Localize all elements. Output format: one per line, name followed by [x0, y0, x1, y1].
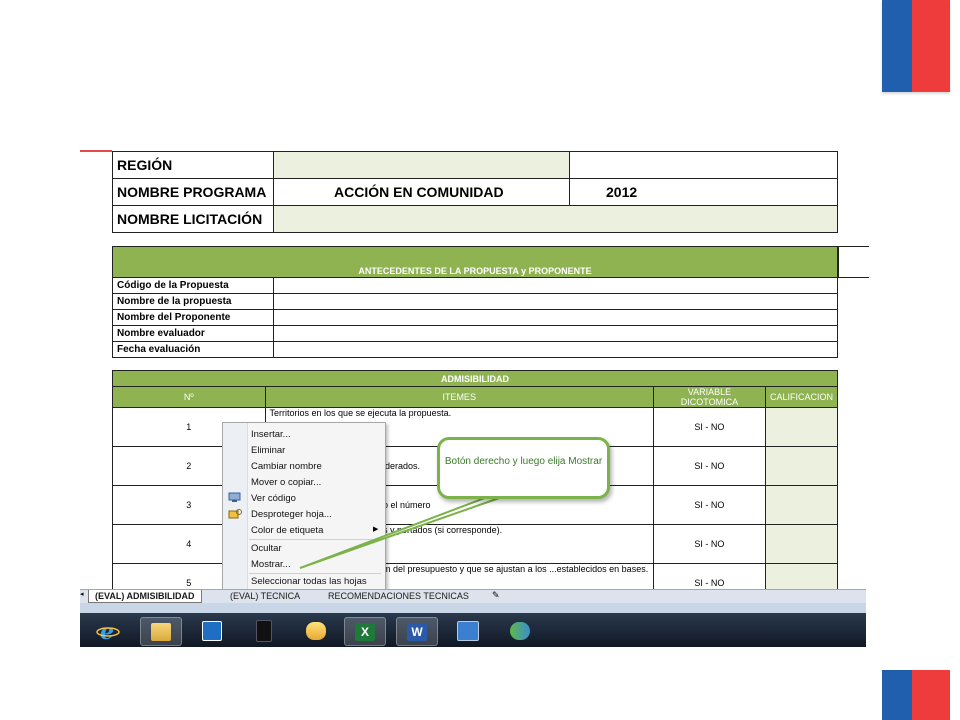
ant-row-label: Fecha evaluación — [112, 341, 274, 358]
people-icon[interactable] — [500, 617, 540, 644]
region-label: REGIÓN — [112, 151, 274, 179]
col-header-n: Nº — [112, 386, 266, 408]
menu-item-eliminar[interactable]: Eliminar — [251, 445, 285, 456]
internet-explorer-icon[interactable]: e — [88, 617, 128, 644]
menu-item-seleccionar-todas[interactable]: Seleccionar todas las hojas — [251, 576, 367, 587]
red-accent-line — [80, 150, 112, 152]
chile-flag-top — [882, 0, 950, 92]
row-calificacion[interactable] — [764, 485, 839, 525]
menu-item-mover-copiar[interactable]: Mover o copiar... — [251, 477, 321, 488]
menu-separator — [249, 539, 381, 540]
new-sheet-icon[interactable]: ✎ — [492, 590, 500, 601]
ant-row-cell[interactable] — [273, 293, 838, 310]
menu-item-ver-codigo[interactable]: Ver código — [251, 493, 296, 504]
taskbar: e X W — [80, 613, 866, 647]
ant-row-label: Nombre del Proponente — [112, 309, 274, 326]
ant-row-cell[interactable] — [273, 277, 838, 294]
app-icon[interactable] — [244, 617, 284, 644]
ant-row-label: Nombre evaluador — [112, 325, 274, 342]
word-icon[interactable]: W — [396, 617, 438, 646]
sheet-tab-bar: ◂ (EVAL) ADMISIBILIDAD (EVAL) TECNICA RE… — [80, 589, 866, 603]
licitacion-cell[interactable] — [273, 205, 838, 233]
status-bar — [80, 603, 866, 613]
licitacion-label: NOMBRE LICITACIÓN — [112, 205, 274, 233]
row-variable: SI - NO — [652, 407, 766, 447]
col-header-variable: VARIABLE DICOTOMICA — [652, 386, 766, 408]
submenu-arrow-icon: ▶ — [373, 526, 379, 533]
antecedentes-title: ANTECEDENTES DE LA PROPUESTA y PROPONENT… — [112, 246, 838, 278]
menu-separator — [249, 573, 381, 574]
unprotect-icon — [228, 509, 242, 519]
year-value: 2012 — [569, 178, 838, 206]
row-calificacion[interactable] — [764, 407, 839, 447]
context-menu: Insertar... Eliminar Cambiar nombre Move… — [222, 422, 386, 592]
tab-recomendaciones-tecnicas[interactable]: RECOMENDACIONES TECNICAS — [322, 590, 475, 602]
menu-item-mostrar[interactable]: Mostrar... — [251, 559, 291, 570]
row-variable: SI - NO — [652, 446, 766, 486]
ant-row-cell[interactable] — [273, 341, 838, 358]
tab-scroll-icon[interactable]: ◂ — [80, 590, 84, 598]
menu-gutter — [223, 423, 248, 591]
menu-item-ocultar[interactable]: Ocultar — [251, 543, 282, 554]
menu-item-cambiar-nombre[interactable]: Cambiar nombre — [251, 461, 322, 472]
ant-row-label: Código de la Propuesta — [112, 277, 274, 294]
outlook-icon[interactable] — [296, 617, 336, 644]
col-header-calificacion: CALIFICACION — [764, 386, 839, 408]
row-variable: SI - NO — [652, 524, 766, 564]
ant-row-cell[interactable] — [273, 309, 838, 326]
programa-label: NOMBRE PROGRAMA — [112, 178, 274, 206]
svg-text:e: e — [100, 619, 114, 643]
region-cell[interactable] — [273, 151, 570, 179]
menu-item-desproteger-hoja[interactable]: Desproteger hoja... — [251, 509, 332, 520]
side-cell[interactable] — [838, 246, 869, 278]
tab-eval-admisibilidad[interactable]: (EVAL) ADMISIBILIDAD — [88, 590, 202, 603]
callout-bubble: Botón derecho y luego elija Mostrar — [437, 437, 610, 499]
row-calificacion[interactable] — [764, 524, 839, 564]
tab-eval-tecnica[interactable]: (EVAL) TECNICA — [224, 590, 306, 602]
media-player-icon[interactable] — [192, 617, 232, 644]
menu-item-insertar[interactable]: Insertar... — [251, 429, 291, 440]
antecedentes-table: ANTECEDENTES DE LA PROPUESTA y PROPONENT… — [112, 246, 838, 358]
excel-icon[interactable]: X — [344, 617, 386, 646]
book-icon[interactable] — [448, 617, 488, 644]
ant-row-label: Nombre de la propuesta — [112, 293, 274, 310]
row-calificacion[interactable] — [764, 446, 839, 486]
programa-value: ACCIÓN EN COMUNIDAD — [273, 178, 570, 206]
file-explorer-icon[interactable] — [140, 617, 182, 646]
col-header-items: ITEMES — [264, 386, 654, 408]
callout-text: Botón derecho y luego elija Mostrar — [444, 456, 603, 467]
admisibilidad-title: ADMISIBILIDAD — [112, 370, 838, 387]
ant-row-cell[interactable] — [273, 325, 838, 342]
region-extra-cell[interactable] — [569, 151, 838, 179]
menu-item-color-etiqueta[interactable]: Color de etiqueta — [251, 525, 323, 536]
row-variable: SI - NO — [652, 485, 766, 525]
header-table: REGIÓN NOMBRE PROGRAMA ACCIÓN EN COMUNID… — [112, 151, 838, 233]
code-icon — [228, 492, 241, 502]
chile-flag-bottom — [882, 670, 950, 720]
